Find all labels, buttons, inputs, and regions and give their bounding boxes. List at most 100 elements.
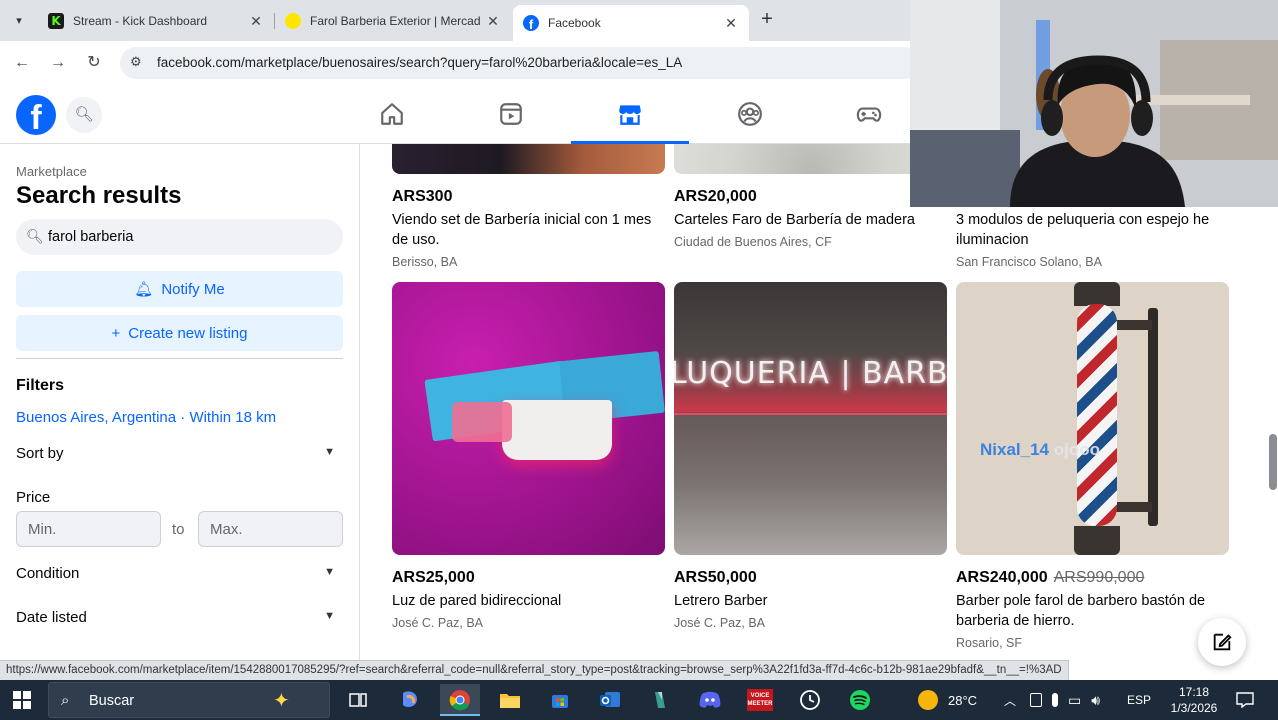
outlook-icon[interactable]: [590, 684, 630, 716]
tab-facebook[interactable]: f Facebook ✕: [513, 5, 749, 41]
date-listed-dropdown[interactable]: Date listed ▼: [16, 609, 343, 631]
listing-title: Carteles Faro de Barbería de madera: [674, 212, 915, 228]
clock-date: 1/3/2026: [1170, 701, 1218, 715]
listing-price: ARS240,000 ARS990,000: [956, 569, 1229, 587]
url-text: facebook.com/marketplace/buenosaires/sea…: [157, 55, 683, 70]
search-highlight-icon: ✦: [273, 690, 290, 712]
url-omnibox[interactable]: ⚙ facebook.com/marketplace/buenosaires/s…: [120, 47, 920, 79]
marketplace-search-input[interactable]: 🔍︎ farol barberia: [16, 219, 343, 255]
listing-card[interactable]: ARS300 Viendo set de Barbería inicial co…: [392, 144, 665, 269]
sun-icon: [918, 690, 938, 710]
link-status-url: https://www.facebook.com/marketplace/ite…: [0, 660, 1069, 680]
listing-price: ARS25,000: [392, 569, 475, 586]
sort-by-dropdown[interactable]: Sort by ▼: [16, 445, 343, 467]
listing-card[interactable]: Nixal_14 ojooo ARS240,000 ARS990,000 Barb…: [956, 282, 1229, 650]
listing-title: 3 modulos de peluqueria con espejo he il…: [956, 212, 1210, 248]
chrome-icon[interactable]: [440, 684, 480, 716]
webcam-overlay: [910, 0, 1278, 207]
system-clock[interactable]: 17:18 1/3/2026: [1166, 684, 1222, 716]
file-explorer-icon[interactable]: [490, 684, 530, 716]
clock-time: 17:18: [1178, 685, 1210, 699]
discord-icon[interactable]: [690, 684, 730, 716]
username-name: Nixal_14: [980, 440, 1049, 459]
reload-icon[interactable]: ↻: [83, 52, 105, 74]
listing-location: José C. Paz, BA: [674, 616, 766, 630]
price-min-input[interactable]: Min.: [16, 511, 161, 547]
network-icon[interactable]: ▭: [1068, 692, 1081, 709]
nav-video[interactable]: [452, 85, 570, 143]
notifications-icon[interactable]: [1236, 680, 1254, 720]
taskbar-search-box[interactable]: ⌕ Buscar ✦: [48, 682, 330, 718]
temperature: 28°C: [948, 692, 978, 708]
listing-location: Berisso, BA: [392, 255, 458, 269]
battery-icon[interactable]: [1030, 693, 1042, 707]
notify-me-button[interactable]: 🔔︎ Notify Me: [16, 271, 343, 307]
streaming-app-icon[interactable]: [640, 684, 680, 716]
close-tab-icon[interactable]: ✕: [248, 13, 264, 30]
windows-taskbar: ⌕ Buscar ✦ VOICE MEETER 28°C ︿ ▭ 🔊︎ ESP …: [0, 680, 1278, 720]
weather-widget[interactable]: 28°C: [918, 680, 977, 720]
copilot-icon[interactable]: [390, 684, 430, 716]
username-overlay: Nixal_14 ojooo: [980, 440, 1100, 460]
forward-arrow-icon[interactable]: →: [47, 52, 69, 74]
listing-card[interactable]: ARS25,000 Luz de pared bidireccional Jos…: [392, 282, 665, 630]
listing-image[interactable]: Nixal_14 ojooo: [956, 282, 1229, 555]
facebook-logo-icon[interactable]: f: [16, 95, 56, 135]
tab-list-chevron-icon[interactable]: ▾: [8, 9, 30, 31]
clock-app-icon[interactable]: [790, 684, 830, 716]
divider: [16, 358, 343, 359]
search-icon: ⌕: [61, 692, 70, 709]
voicemeeter-icon[interactable]: VOICE MEETER: [740, 684, 780, 716]
task-view-icon[interactable]: [338, 684, 378, 716]
language-indicator[interactable]: ESP: [1127, 680, 1151, 720]
breadcrumb[interactable]: Marketplace: [16, 164, 87, 179]
listing-image[interactable]: [674, 144, 947, 174]
show-hidden-icons-chevron-icon[interactable]: ︿: [1004, 680, 1016, 720]
nav-marketplace[interactable]: [571, 85, 689, 144]
scrollbar-thumb[interactable]: [1269, 434, 1277, 490]
close-tab-icon[interactable]: ✕: [485, 13, 501, 30]
page-title: Search results: [16, 182, 182, 209]
tab-mercadolibre[interactable]: Farol Barberia Exterior | Mercad ✕: [275, 6, 511, 36]
microphone-icon[interactable]: [1052, 693, 1058, 707]
new-message-button[interactable]: [1198, 618, 1246, 666]
nav-groups[interactable]: [691, 85, 809, 143]
plus-icon: +: [111, 324, 121, 342]
spotify-icon[interactable]: [840, 684, 880, 716]
microsoft-store-icon[interactable]: [540, 684, 580, 716]
volume-icon[interactable]: 🔊︎: [1091, 692, 1100, 709]
create-listing-button[interactable]: + Create new listing: [16, 315, 343, 351]
notify-me-label: Notify Me: [161, 280, 225, 298]
sort-by-label: Sort by: [16, 445, 64, 462]
location-filter-link[interactable]: Buenos Aires, Argentina · Within 18 km: [16, 409, 276, 426]
bell-icon: 🔔︎: [134, 281, 154, 298]
mercadolibre-favicon-icon: [285, 13, 301, 29]
compose-pencil-icon: [1213, 633, 1232, 651]
listing-card[interactable]: LUQUERIA | BARBER ARS50,000 Letrero Barb…: [674, 282, 947, 630]
listing-image[interactable]: LUQUERIA | BARBER: [674, 282, 947, 555]
condition-dropdown[interactable]: Condition ▼: [16, 565, 343, 587]
condition-label: Condition: [16, 565, 80, 582]
nav-home[interactable]: [333, 85, 451, 143]
home-icon: [381, 103, 403, 125]
listing-card[interactable]: ARS20,000 Carteles Faro de Barbería de m…: [674, 144, 947, 249]
gaming-controller-icon: [856, 107, 882, 122]
windows-start-icon[interactable]: [13, 691, 31, 709]
site-settings-icon[interactable]: ⚙: [130, 54, 142, 70]
new-tab-plus-icon[interactable]: +: [756, 9, 778, 31]
listing-image[interactable]: [392, 282, 665, 555]
tab-title: Farol Barberia Exterior | Mercad: [310, 14, 481, 28]
listing-title: Barber pole farol de barbero bastón de b…: [956, 593, 1206, 629]
tab-kick-dashboard[interactable]: K Stream - Kick Dashboard ✕: [38, 6, 274, 36]
back-arrow-icon[interactable]: ←: [11, 52, 33, 74]
create-listing-label: Create new listing: [128, 324, 248, 342]
listing-image[interactable]: [392, 144, 665, 174]
price-max-input[interactable]: Max.: [198, 511, 343, 547]
listing-location: Ciudad de Buenos Aires, CF: [674, 235, 832, 249]
taskbar-search-placeholder: Buscar: [89, 693, 135, 709]
current-price: ARS240,000: [956, 569, 1048, 586]
old-price: ARS990,000: [1053, 569, 1145, 586]
close-tab-icon[interactable]: ✕: [723, 15, 739, 32]
search-icon[interactable]: 🔍︎: [66, 97, 102, 133]
marketplace-icon: [619, 105, 641, 125]
